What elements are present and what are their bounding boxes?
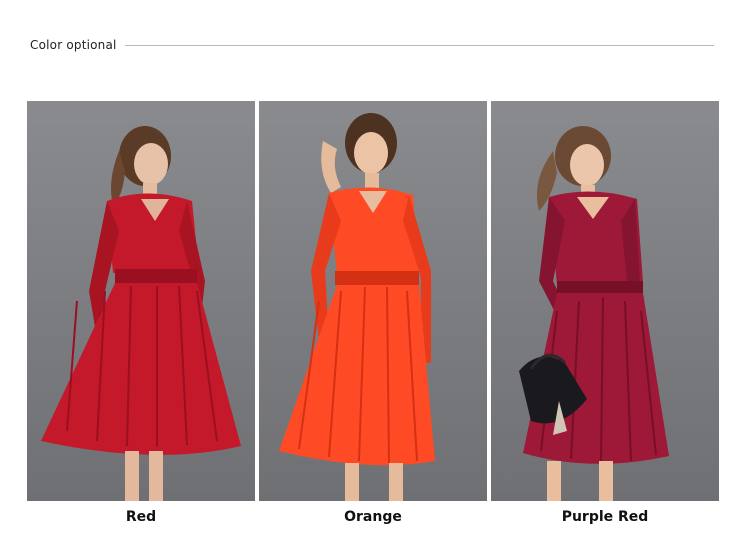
variant-image-orange[interactable]	[259, 101, 487, 501]
variant-label-purple-red: Purple Red	[561, 509, 649, 525]
dress-photo-orange	[279, 113, 435, 501]
variant-image-red[interactable]	[27, 101, 255, 501]
dress-photo-purple-red	[519, 126, 669, 501]
variant-image-purple-red[interactable]	[491, 101, 719, 501]
section-header: Color optional	[30, 36, 714, 54]
dress-photo-red	[41, 126, 241, 501]
variant-label-red: Red	[125, 509, 157, 525]
section-title: Color optional	[30, 38, 117, 52]
header-divider	[124, 44, 714, 46]
variant-label-orange: Orange	[344, 509, 402, 525]
